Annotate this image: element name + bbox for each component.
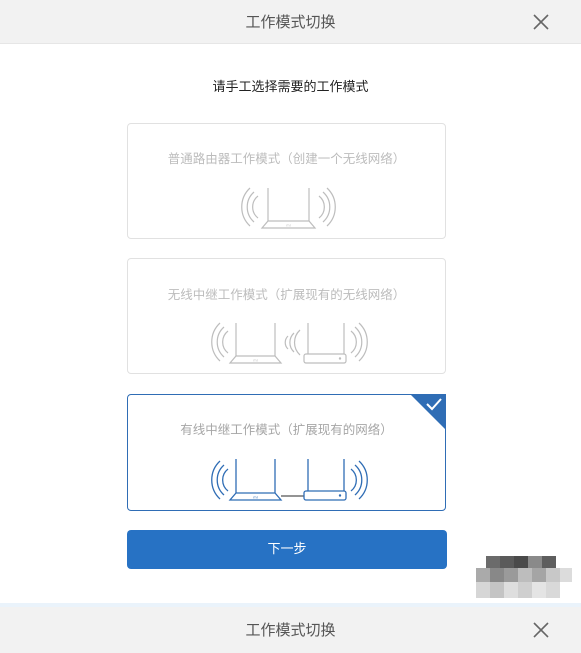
pixelated-patch (476, 556, 572, 598)
svg-text:mi: mi (253, 496, 257, 500)
close-icon[interactable] (531, 12, 551, 32)
wired-repeater-illustration: mi (211, 459, 368, 501)
second-dialog-header: 工作模式切换 (0, 603, 581, 653)
second-dialog-title: 工作模式切换 (245, 621, 336, 639)
svg-text:mi: mi (253, 359, 257, 363)
router-illustration: mi (241, 187, 336, 229)
svg-text:mi: mi (286, 224, 290, 228)
instruction-text: 请手工选择需要的工作模式 (212, 80, 369, 95)
mode-card-wired-repeater[interactable]: 有线中继工作模式（扩展现有的网络） mi (127, 394, 446, 511)
mode-card-wireless-repeater[interactable]: 无线中继工作模式（扩展现有的无线网络） mi (127, 258, 446, 374)
close-icon[interactable] (531, 620, 551, 640)
check-icon (410, 394, 446, 430)
dialog-header: 工作模式切换 (0, 0, 581, 44)
dialog-title: 工作模式切换 (245, 13, 336, 31)
wireless-repeater-illustration: mi (211, 322, 368, 364)
next-button[interactable]: 下一步 (127, 530, 447, 569)
mode-card-router[interactable]: 普通路由器工作模式（创建一个无线网络） mi (127, 123, 446, 239)
